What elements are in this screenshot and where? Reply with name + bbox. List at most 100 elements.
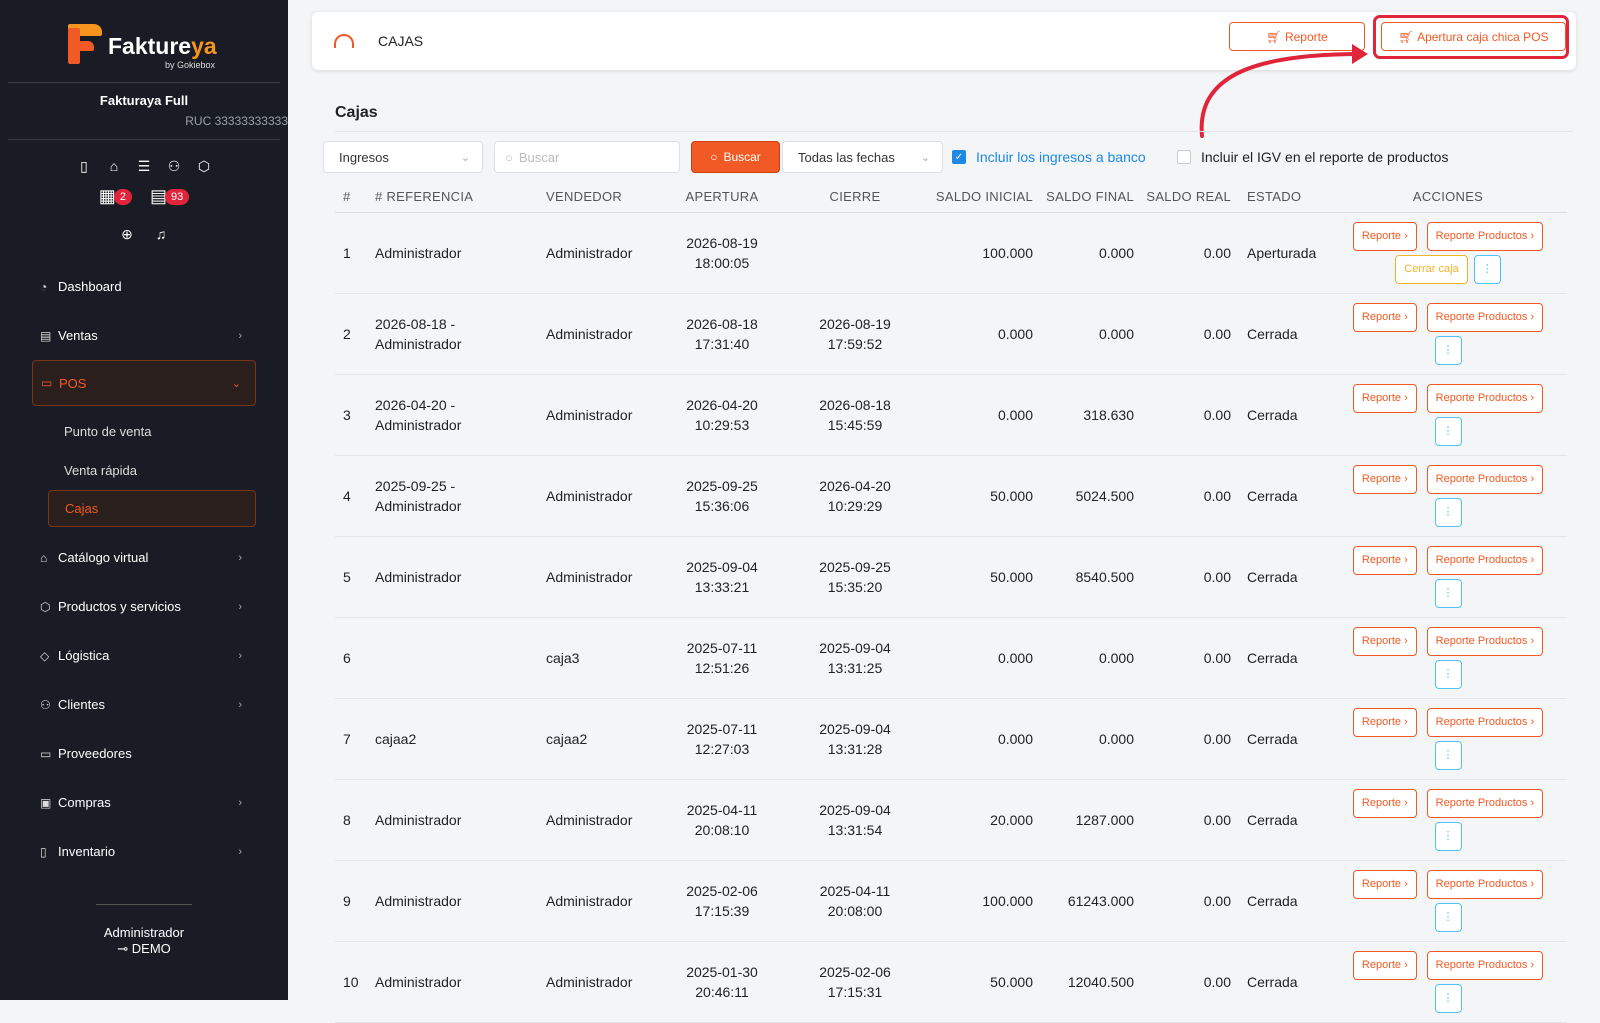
cell-closing (779, 212, 931, 294)
chevron-right-icon: › (238, 796, 242, 809)
report-row-button[interactable]: Reporte › (1352, 221, 1417, 251)
sidebar-item-proveedores[interactable]: ▭ Proveedores (0, 729, 288, 778)
cell-actions: Reporte › Reporte Productos › ⋮ (1329, 779, 1567, 861)
sidebar-item-ventas[interactable]: ▤ Ventas › (0, 311, 288, 360)
opening-date: 2026-08-19 (686, 234, 758, 251)
cell-real-balance: 0.00 (1134, 617, 1231, 699)
open-cash-register-button[interactable]: 🛒︎ Apertura caja chica POS (1381, 22, 1566, 51)
cell-state: Cerrada (1231, 698, 1329, 780)
sidebar-item-productos[interactable]: ⬡ Productos y servicios › (0, 582, 288, 631)
sidebar-item-label: Proveedores (58, 746, 132, 761)
opening-date: 2025-07-11 (686, 720, 758, 737)
sidebar-subitem-punto-venta[interactable]: Punto de venta (0, 412, 288, 451)
cell-opening: 2025-07-11 12:51:26 (665, 617, 779, 699)
report-row-button[interactable]: Reporte › (1352, 707, 1417, 737)
kebab-icon: ⋮ (1442, 425, 1454, 437)
col-reference: # REFERENCIA (375, 182, 546, 213)
opening-time: 20:46:11 (695, 983, 749, 1000)
search-input[interactable]: ○ Buscar (494, 141, 680, 173)
opening-date: 2026-08-18 (686, 315, 758, 332)
sidebar-item-compras[interactable]: ▣ Compras › (0, 778, 288, 827)
list-icon[interactable]: ☰ (136, 158, 152, 174)
user-info[interactable]: Administrador ⊸ DEMO (0, 925, 288, 957)
report-row-button[interactable]: Reporte › (1352, 545, 1417, 575)
report-row-button[interactable]: Reporte › (1352, 464, 1417, 494)
date-select[interactable]: Todas las fechas ⌄ (782, 141, 943, 173)
cell-state: Cerrada (1231, 293, 1329, 375)
include-bank-checkbox[interactable]: ✓ Incluir los ingresos a banco (952, 149, 1146, 165)
report-products-button[interactable]: Reporte Productos › (1426, 545, 1544, 575)
cell-actions: Reporte › Reporte Productos › ⋮ (1329, 455, 1567, 537)
more-options-button[interactable]: ⋮ (1434, 659, 1462, 689)
more-options-button[interactable]: ⋮ (1434, 902, 1462, 932)
box-icon[interactable]: ⬡ (196, 158, 212, 174)
report-products-label: Reporte Productos (1435, 635, 1528, 647)
sidebar-item-catalogo[interactable]: ⌂ Catálogo virtual › (0, 533, 288, 582)
report-products-button[interactable]: Reporte Productos › (1426, 950, 1544, 980)
cell-initial-balance: 50.000 (931, 455, 1033, 537)
chevron-right-icon: › (238, 649, 242, 662)
report-products-label: Reporte Productos (1435, 554, 1528, 566)
cell-reference: 2026-04-20 - Administrador (375, 374, 546, 456)
checkbox-box (1177, 150, 1191, 164)
cell-number: 5 (335, 536, 375, 618)
close-register-button[interactable]: Cerrar caja (1395, 254, 1468, 284)
cell-seller: Administrador (546, 212, 665, 294)
book-icon: ▯ (40, 844, 47, 859)
sidebar-item-logistica[interactable]: ◇ Lógistica › (0, 631, 288, 680)
brand-logo[interactable]: Faktureya (68, 24, 217, 64)
report-row-button[interactable]: Reporte › (1352, 869, 1417, 899)
closing-time: 15:35:20 (827, 578, 883, 595)
cell-reference-text: Administrador (375, 244, 462, 261)
opening-time: 12:51:26 (694, 659, 750, 676)
search-placeholder: Buscar (518, 149, 560, 165)
lock-icon[interactable]: ⊕ (119, 226, 135, 242)
bell-icon[interactable]: ♫ (153, 226, 169, 242)
type-select[interactable]: Ingresos ⌄ (323, 141, 483, 173)
chevron-right-icon: › (1404, 554, 1408, 566)
report-row-button[interactable]: Reporte › (1352, 383, 1417, 413)
more-options-button[interactable]: ⋮ (1434, 497, 1462, 527)
users-icon[interactable]: ⚇ (166, 158, 182, 174)
report-row-button[interactable]: Reporte › (1352, 788, 1417, 818)
store-icon[interactable]: ⌂ (106, 158, 122, 174)
more-options-button[interactable]: ⋮ (1434, 416, 1462, 446)
report-products-button[interactable]: Reporte Productos › (1426, 707, 1544, 737)
report-row-button[interactable]: Reporte › (1352, 626, 1417, 656)
sidebar-item-clientes[interactable]: ⚇ Clientes › (0, 680, 288, 729)
boxes-notifications[interactable]: ▤ 93 (150, 186, 190, 207)
more-options-button[interactable]: ⋮ (1434, 821, 1462, 851)
sidebar-subitem-cajas[interactable]: Cajas (48, 490, 256, 527)
cell-reference-text: Administrador (375, 892, 462, 909)
report-row-button[interactable]: Reporte › (1352, 950, 1417, 980)
sidebar-item-inventario[interactable]: ▯ Inventario › (0, 827, 288, 876)
report-products-button[interactable]: Reporte Productos › (1426, 302, 1544, 332)
more-options-button[interactable]: ⋮ (1434, 983, 1462, 1013)
search-button[interactable]: ○ Buscar (691, 141, 780, 173)
more-options-button[interactable]: ⋮ (1434, 740, 1462, 770)
cell-seller: cajaa2 (546, 698, 665, 780)
report-products-button[interactable]: Reporte Productos › (1426, 383, 1544, 413)
report-row-button[interactable]: Reporte › (1352, 302, 1417, 332)
more-options-button[interactable]: ⋮ (1434, 335, 1462, 365)
include-igv-checkbox[interactable]: Incluir el IGV en el reporte de producto… (1177, 149, 1448, 165)
report-products-button[interactable]: Reporte Productos › (1426, 626, 1544, 656)
sidebar-item-dashboard[interactable]: ◔ Dashboard (0, 262, 288, 311)
calendar-notifications[interactable]: ▦ 2 (99, 186, 132, 207)
sidebar-item-pos[interactable]: ▭ POS ⌄ (32, 360, 256, 406)
kebab-icon: ⋮ (1442, 749, 1454, 761)
boxes-badge: 93 (164, 188, 190, 205)
company-name: Fakturaya Full (99, 93, 189, 108)
sidebar-subitem-venta-rapida[interactable]: Venta rápida (0, 451, 288, 490)
cell-reference-line2: Administrador (375, 497, 462, 514)
report-products-button[interactable]: Reporte Productos › (1426, 221, 1544, 251)
report-products-button[interactable]: Reporte Productos › (1426, 464, 1544, 494)
opening-time: 12:27:03 (694, 740, 750, 757)
cell-reference-line1: 2026-08-18 - (375, 315, 456, 332)
document-icon[interactable]: ▯ (76, 158, 92, 174)
report-products-button[interactable]: Reporte Productos › (1426, 788, 1544, 818)
more-options-button[interactable]: ⋮ (1473, 254, 1501, 284)
more-options-button[interactable]: ⋮ (1434, 578, 1462, 608)
report-products-button[interactable]: Reporte Productos › (1426, 869, 1544, 899)
cell-reference: cajaa2 (375, 698, 546, 780)
